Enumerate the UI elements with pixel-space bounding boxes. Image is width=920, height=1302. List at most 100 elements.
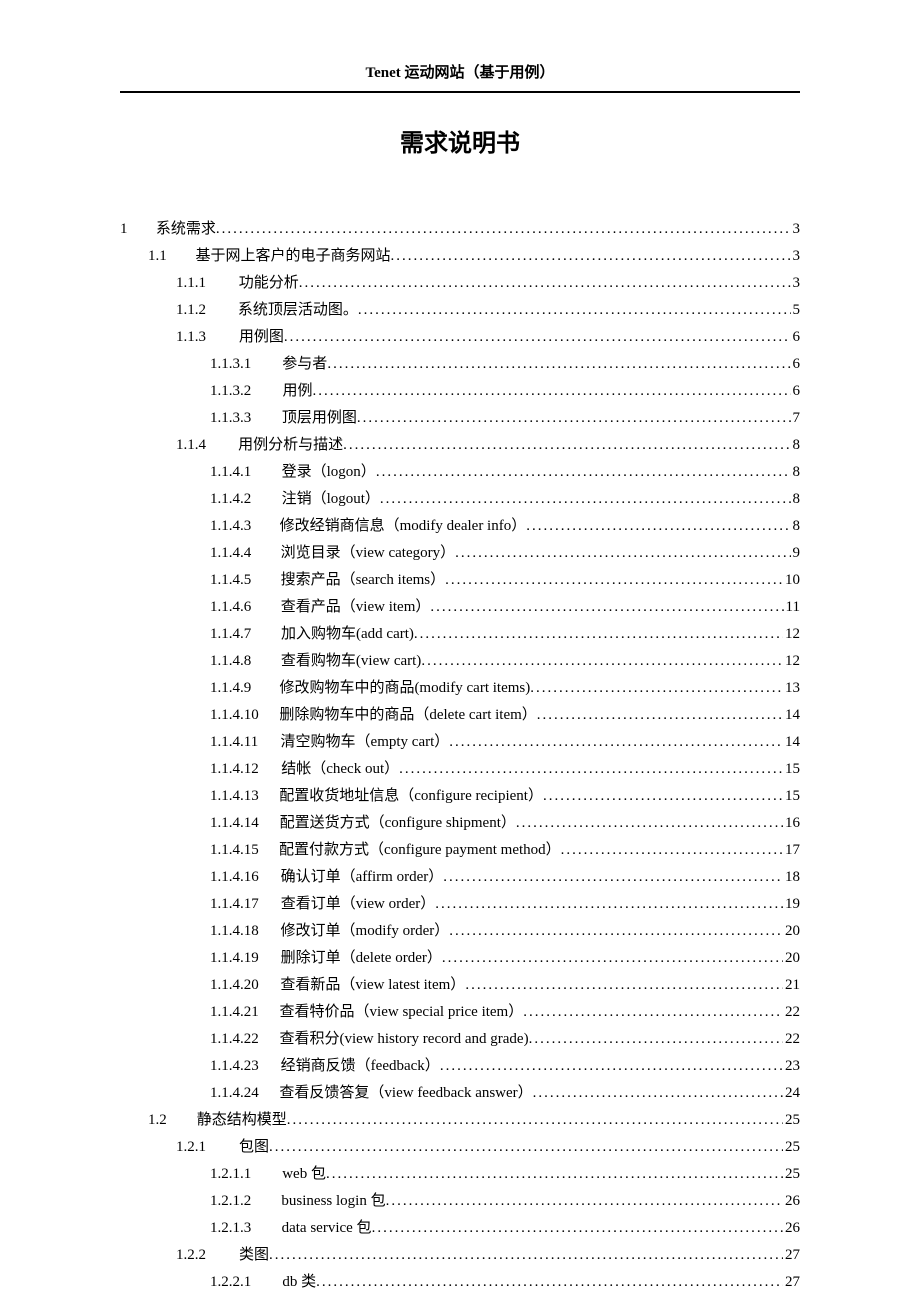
toc-number: 1.1.4.6	[210, 594, 276, 621]
toc-label: 查看反馈答复（view feedback answer）	[279, 1080, 532, 1107]
toc-page-number: 17	[783, 837, 800, 864]
toc-entry: 1.1.4.4浏览目录（view category）9	[120, 540, 800, 567]
toc-entry: 1.1.4.9修改购物车中的商品(modify cart items)13	[120, 675, 800, 702]
toc-label: 功能分析	[239, 270, 299, 297]
toc-entry: 1.1.4.8查看购物车(view cart)12	[120, 648, 800, 675]
toc-entry: 1.1基于网上客户的电子商务网站3	[120, 243, 800, 270]
toc-number: 1.1.4	[176, 432, 232, 459]
toc-page-number: 14	[783, 729, 800, 756]
toc-page-number: 24	[783, 1080, 800, 1107]
toc-label: 查看产品（view item）	[281, 594, 431, 621]
toc-label: 修改购物车中的商品(modify cart items)	[279, 675, 530, 702]
header-divider	[120, 91, 800, 93]
toc-number: 1.1.4.21	[210, 999, 276, 1026]
toc-label: 登录（logon）	[282, 459, 376, 486]
toc-label: db 类	[282, 1269, 316, 1296]
toc-page-number: 3	[791, 270, 801, 297]
toc-entry: 1.1.4.18修改订单（modify order）20	[120, 918, 800, 945]
toc-label: 注销（logout）	[282, 486, 380, 513]
toc-entry: 1.2.2.1db 类27	[120, 1269, 800, 1296]
toc-label: 查看订单（view order）	[281, 891, 436, 918]
toc-label: 系统需求	[156, 216, 216, 243]
toc-leader-dots	[435, 891, 783, 918]
toc-entry: 1系统需求3	[120, 216, 800, 243]
toc-label: 配置收货地址信息（configure recipient）	[279, 783, 543, 810]
toc-label: 浏览目录（view category）	[281, 540, 456, 567]
toc-page-number: 23	[783, 1053, 800, 1080]
toc-label: 搜索产品（search items）	[281, 567, 446, 594]
toc-label: 静态结构模型	[197, 1107, 287, 1134]
toc-entry: 1.1.4.3修改经销商信息（modify dealer info）8	[120, 513, 800, 540]
toc-entry: 1.1.3.2用例6	[120, 378, 800, 405]
toc-entry: 1.2.1.2business login 包26	[120, 1188, 800, 1215]
toc-entry: 1.1.4.19删除订单（delete order）20	[120, 945, 800, 972]
toc-page-number: 27	[783, 1242, 800, 1269]
toc-page-number: 22	[783, 999, 800, 1026]
toc-page-number: 21	[783, 972, 800, 999]
toc-leader-dots	[357, 405, 791, 432]
toc-entry: 1.1.4.24查看反馈答复（view feedback answer）24	[120, 1080, 800, 1107]
toc-leader-dots	[526, 513, 790, 540]
toc-page-number: 6	[791, 351, 801, 378]
toc-entry: 1.1.4.14配置送货方式（configure shipment）16	[120, 810, 800, 837]
toc-leader-dots	[380, 486, 791, 513]
toc-number: 1.2.2	[176, 1242, 232, 1269]
toc-leader-dots	[516, 810, 783, 837]
toc-label: 查看特价品（view special price item）	[280, 999, 524, 1026]
toc-number: 1.1.4.8	[210, 648, 276, 675]
toc-leader-dots	[414, 621, 783, 648]
toc-number: 1.2.1.1	[210, 1161, 276, 1188]
toc-page-number: 7	[791, 405, 801, 432]
toc-page-number: 15	[783, 756, 800, 783]
toc-page-number: 12	[783, 621, 800, 648]
toc-label: 顶层用例图	[282, 405, 357, 432]
toc-page-number: 15	[783, 783, 800, 810]
toc-page-number: 6	[791, 324, 801, 351]
toc-number: 1.1.4.10	[210, 702, 276, 729]
toc-entry: 1.1.1 功能分析 3	[120, 270, 800, 297]
toc-page-number: 26	[783, 1215, 800, 1242]
toc-label: web 包	[282, 1161, 326, 1188]
toc-number: 1.1.1	[176, 270, 232, 297]
toc-label: 用例	[283, 378, 313, 405]
toc-leader-dots	[543, 783, 783, 810]
toc-number: 1.1.4.15	[210, 837, 276, 864]
toc-leader-dots	[316, 1269, 783, 1296]
toc-leader-dots	[299, 270, 791, 297]
toc-entry: 1.1.4.10删除购物车中的商品（delete cart item）14	[120, 702, 800, 729]
toc-page-number: 8	[791, 513, 801, 540]
toc-page-number: 3	[791, 216, 801, 243]
toc-page-number: 14	[783, 702, 800, 729]
toc-leader-dots	[421, 648, 783, 675]
toc-page-number: 3	[791, 243, 801, 270]
toc-number: 1.1.4.22	[210, 1026, 276, 1053]
toc-entry: 1.1.3用例图6	[120, 324, 800, 351]
toc-label: 查看购物车(view cart)	[281, 648, 421, 675]
toc-label: 类图	[239, 1242, 269, 1269]
toc-number: 1.1.4.13	[210, 783, 276, 810]
toc-leader-dots	[449, 729, 783, 756]
toc-number: 1.2.2.1	[210, 1269, 276, 1296]
toc-entry: 1.1.4.13配置收货地址信息（configure recipient） 15	[120, 783, 800, 810]
toc-number: 1.1.4.5	[210, 567, 276, 594]
toc-leader-dots	[390, 243, 790, 270]
toc-entry: 1.1.4.21查看特价品（view special price item） 22	[120, 999, 800, 1026]
toc-entry: 1.1.4.15配置付款方式（configure payment method）…	[120, 837, 800, 864]
toc-leader-dots	[442, 945, 783, 972]
toc-page-number: 13	[783, 675, 800, 702]
toc-leader-dots	[443, 864, 783, 891]
toc-entry: 1.1.4.22查看积分(view history record and gra…	[120, 1026, 800, 1053]
toc-page-number: 6	[791, 378, 801, 405]
toc-page-number: 25	[783, 1134, 800, 1161]
toc-label: 系统顶层活动图。	[238, 297, 358, 324]
page-header: Tenet 运动网站（基于用例）	[120, 60, 800, 87]
toc-page-number: 22	[783, 1026, 800, 1053]
toc-entry: 1.1.4.7加入购物车(add cart)12	[120, 621, 800, 648]
toc-leader-dots	[284, 324, 791, 351]
toc-entry: 1.2.1.1web 包25	[120, 1161, 800, 1188]
toc-entry: 1.2.1.3data service 包26	[120, 1215, 800, 1242]
toc-number: 1.2.1.2	[210, 1188, 276, 1215]
toc-page-number: 11	[784, 594, 800, 621]
toc-label: 清空购物车（empty cart）	[281, 729, 450, 756]
toc-leader-dots	[529, 1026, 783, 1053]
